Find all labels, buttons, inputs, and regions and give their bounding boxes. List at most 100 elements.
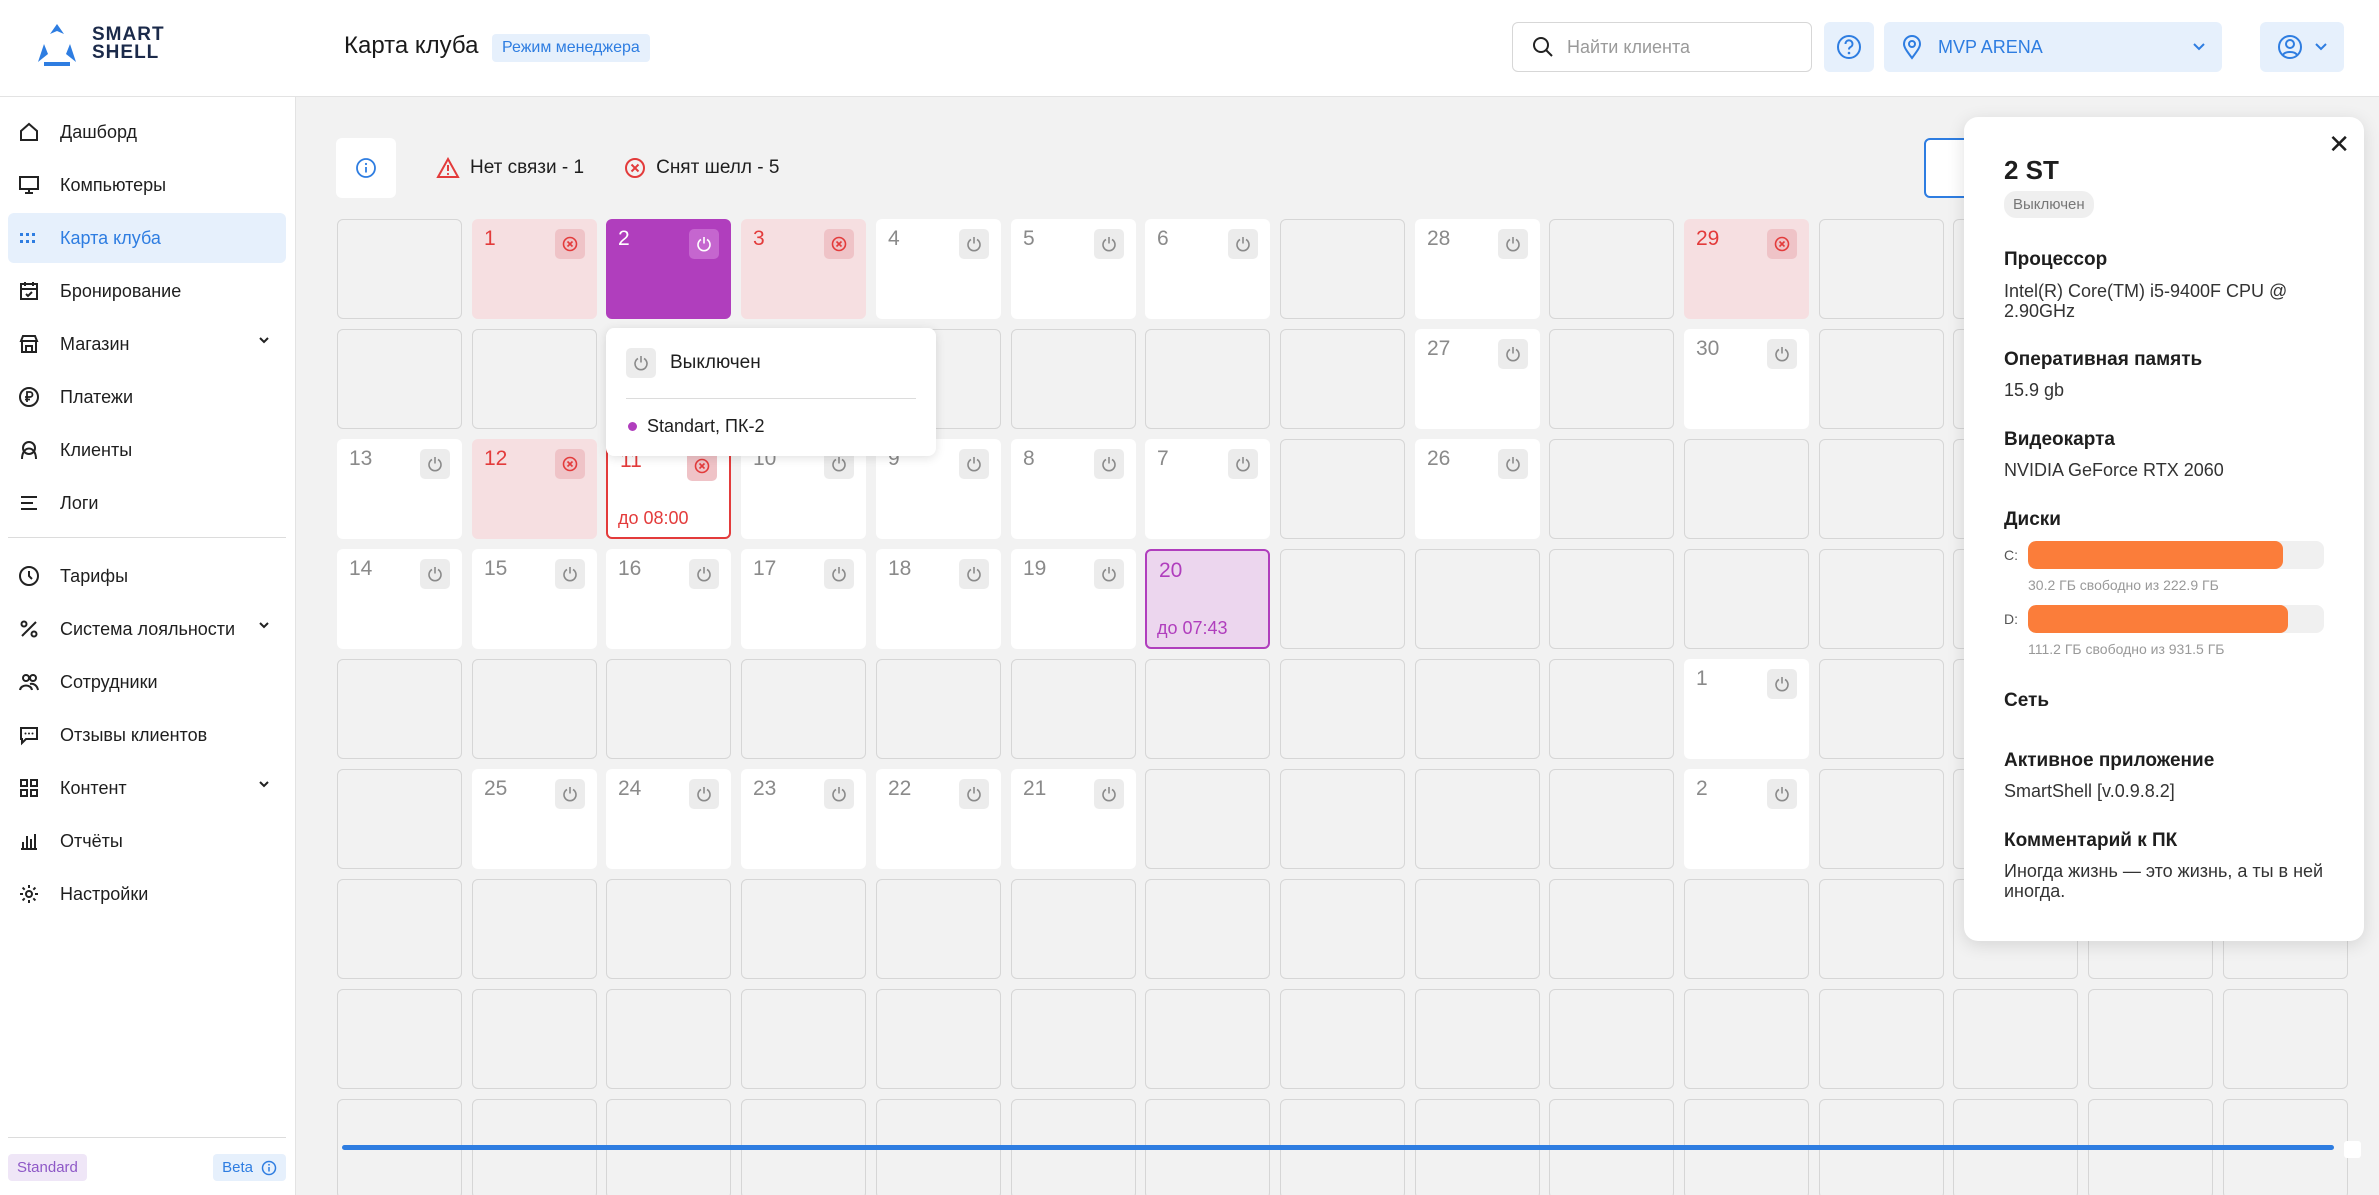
empty-slot[interactable]	[1819, 989, 1944, 1089]
empty-slot[interactable]	[1415, 659, 1540, 759]
empty-slot[interactable]	[472, 659, 597, 759]
empty-slot[interactable]	[1684, 989, 1809, 1089]
empty-slot[interactable]	[337, 329, 462, 429]
empty-slot[interactable]	[472, 329, 597, 429]
empty-slot[interactable]	[741, 989, 866, 1089]
empty-slot[interactable]	[876, 659, 1001, 759]
empty-slot[interactable]	[1415, 549, 1540, 649]
client-search[interactable]	[1512, 22, 1812, 72]
empty-slot[interactable]	[1549, 769, 1674, 869]
empty-slot[interactable]	[1549, 219, 1674, 319]
pc-cell[interactable]: 26	[1415, 439, 1540, 539]
pc-cell[interactable]: 16	[606, 549, 731, 649]
empty-slot[interactable]	[741, 659, 866, 759]
sidebar-item-tariffs[interactable]: Тарифы	[8, 551, 286, 601]
pc-cell[interactable]: 8	[1011, 439, 1136, 539]
pc-cell[interactable]: 25	[472, 769, 597, 869]
empty-slot[interactable]	[1819, 879, 1944, 979]
pc-cell[interactable]: 19	[1011, 549, 1136, 649]
empty-slot[interactable]	[606, 659, 731, 759]
empty-slot[interactable]	[741, 879, 866, 979]
sidebar-item-reports[interactable]: Отчёты	[8, 816, 286, 866]
empty-slot[interactable]	[1145, 879, 1270, 979]
user-menu-button[interactable]	[2260, 22, 2344, 72]
sidebar-item-store[interactable]: Магазин	[8, 319, 286, 369]
sidebar-item-booking[interactable]: Бронирование	[8, 266, 286, 316]
status-no-connection[interactable]: Нет связи - 1	[436, 157, 584, 179]
pc-cell[interactable]: 27	[1415, 329, 1540, 429]
pc-cell[interactable]: 2	[1684, 769, 1809, 869]
pc-cell[interactable]: 5	[1011, 219, 1136, 319]
empty-slot[interactable]	[1145, 659, 1270, 759]
sidebar-item-dashboard[interactable]: Дашборд	[8, 107, 286, 157]
empty-slot[interactable]	[1684, 439, 1809, 539]
sidebar-item-computers[interactable]: Компьютеры	[8, 160, 286, 210]
empty-slot[interactable]	[1280, 769, 1405, 869]
empty-slot[interactable]	[1145, 769, 1270, 869]
empty-slot[interactable]	[337, 769, 462, 869]
empty-slot[interactable]	[876, 879, 1001, 979]
pc-cell[interactable]: 14	[337, 549, 462, 649]
pc-cell[interactable]: 2	[606, 219, 731, 319]
empty-slot[interactable]	[1549, 329, 1674, 429]
empty-slot[interactable]	[1280, 219, 1405, 319]
empty-slot[interactable]	[2223, 989, 2348, 1089]
pc-cell[interactable]: 4	[876, 219, 1001, 319]
empty-slot[interactable]	[1819, 769, 1944, 869]
empty-slot[interactable]	[472, 879, 597, 979]
empty-slot[interactable]	[1011, 329, 1136, 429]
search-input[interactable]	[1567, 36, 1797, 58]
empty-slot[interactable]	[1549, 989, 1674, 1089]
empty-slot[interactable]	[337, 219, 462, 319]
sidebar-item-content[interactable]: Контент	[8, 763, 286, 813]
empty-slot[interactable]	[1145, 329, 1270, 429]
horizontal-scrollbar[interactable]	[342, 1145, 2334, 1150]
empty-slot[interactable]	[606, 989, 731, 1089]
empty-slot[interactable]	[472, 989, 597, 1089]
empty-slot[interactable]	[1415, 879, 1540, 979]
pc-cell[interactable]: 17	[741, 549, 866, 649]
beta-badge[interactable]: Beta	[213, 1154, 286, 1181]
empty-slot[interactable]	[1549, 659, 1674, 759]
empty-slot[interactable]	[1280, 989, 1405, 1089]
empty-slot[interactable]	[1549, 879, 1674, 979]
pc-cell[interactable]: 12	[472, 439, 597, 539]
sidebar-item-logs[interactable]: Логи	[8, 478, 286, 528]
status-shell-removed[interactable]: Снят шелл - 5	[624, 157, 779, 179]
empty-slot[interactable]	[337, 989, 462, 1089]
empty-slot[interactable]	[337, 659, 462, 759]
pc-cell[interactable]: 13	[337, 439, 462, 539]
club-selector[interactable]: MVP ARENA	[1884, 22, 2222, 72]
empty-slot[interactable]	[606, 879, 731, 979]
pc-cell[interactable]: 23	[741, 769, 866, 869]
empty-slot[interactable]	[1280, 549, 1405, 649]
pc-cell[interactable]: 20 до 07:43	[1145, 549, 1270, 649]
pc-cell[interactable]: 3	[741, 219, 866, 319]
empty-slot[interactable]	[1549, 549, 1674, 649]
empty-slot[interactable]	[1953, 989, 2078, 1089]
empty-slot[interactable]	[1280, 329, 1405, 429]
empty-slot[interactable]	[1280, 439, 1405, 539]
empty-slot[interactable]	[1011, 659, 1136, 759]
sidebar-item-clients[interactable]: Клиенты	[8, 425, 286, 475]
empty-slot[interactable]	[1819, 329, 1944, 429]
pc-cell[interactable]: 22	[876, 769, 1001, 869]
empty-slot[interactable]	[1011, 879, 1136, 979]
pc-cell[interactable]: 30	[1684, 329, 1809, 429]
empty-slot[interactable]	[1011, 989, 1136, 1089]
pc-cell[interactable]: 1	[1684, 659, 1809, 759]
empty-slot[interactable]	[1415, 769, 1540, 869]
sidebar-item-loyalty[interactable]: Система лояльности	[8, 604, 286, 654]
empty-slot[interactable]	[876, 989, 1001, 1089]
empty-slot[interactable]	[1280, 659, 1405, 759]
empty-slot[interactable]	[1819, 659, 1944, 759]
empty-slot[interactable]	[1819, 219, 1944, 319]
smartshell-logo[interactable]: SMART SHELL	[34, 22, 165, 66]
pc-cell[interactable]: 15	[472, 549, 597, 649]
sidebar-item-club-map[interactable]: Карта клуба	[8, 213, 286, 263]
empty-slot[interactable]	[2088, 989, 2213, 1089]
pc-cell[interactable]: 18	[876, 549, 1001, 649]
pc-cell[interactable]: 21	[1011, 769, 1136, 869]
pc-cell[interactable]: 29	[1684, 219, 1809, 319]
empty-slot[interactable]	[1819, 549, 1944, 649]
